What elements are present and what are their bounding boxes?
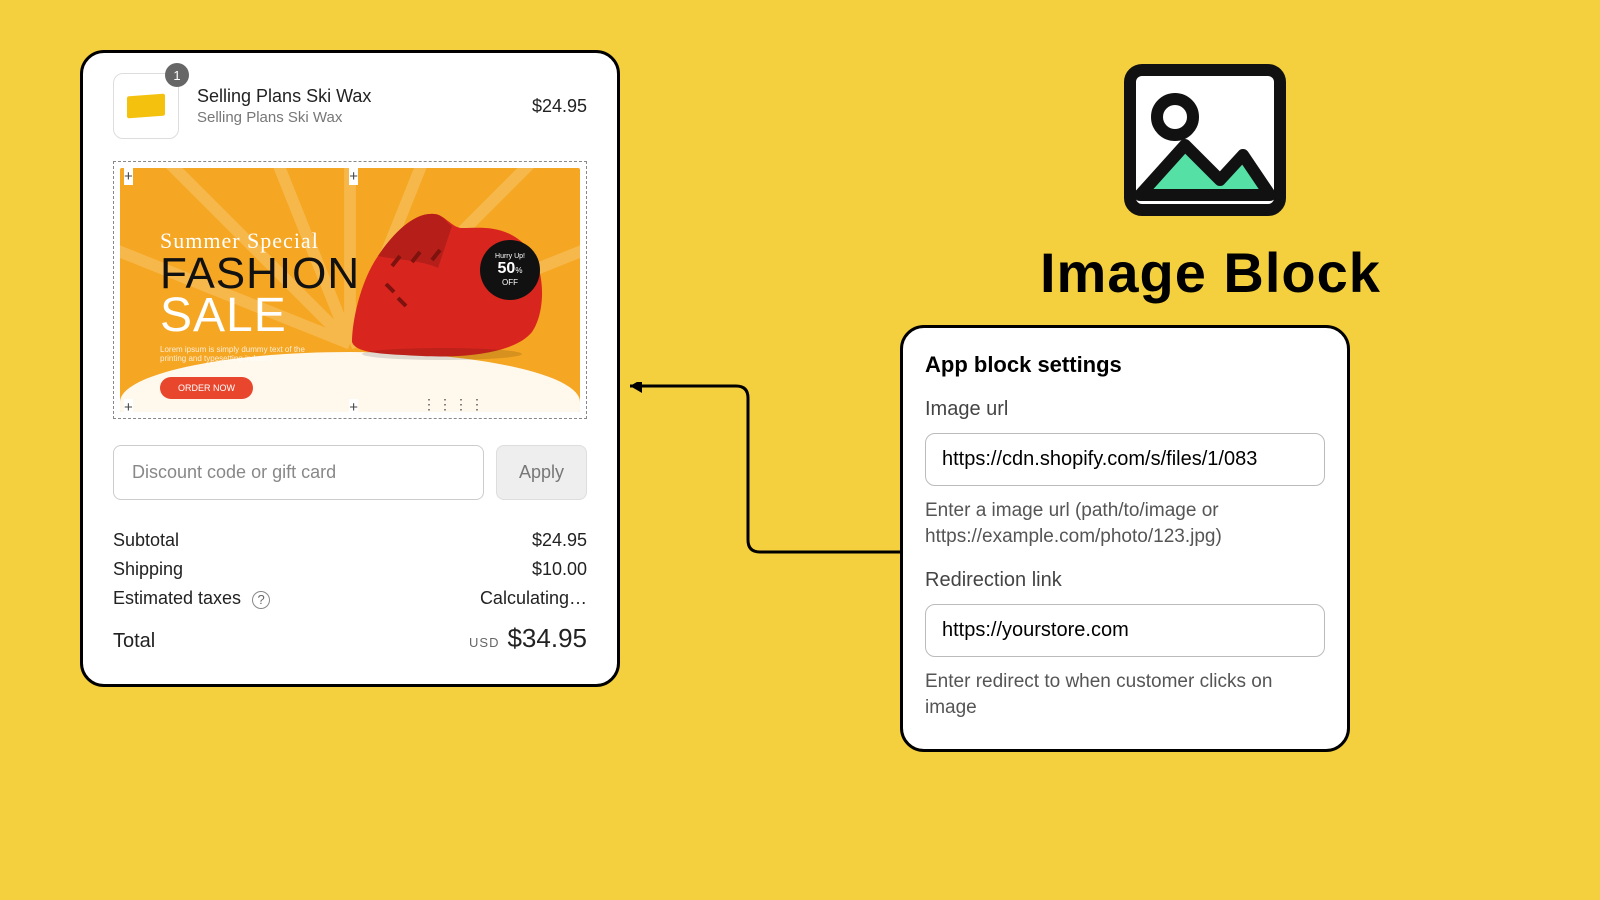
handle-bl[interactable]: +: [124, 399, 133, 416]
total-row: Total USD $34.95: [113, 623, 587, 654]
discount-row: Apply: [113, 445, 587, 500]
total-value: $34.95: [507, 623, 587, 653]
promo-bg: Summer Special FASHION SALE Lorem ipsum …: [120, 168, 580, 412]
promo-banner[interactable]: Summer Special FASHION SALE Lorem ipsum …: [113, 161, 587, 419]
discount-input[interactable]: [113, 445, 484, 500]
taxes-label-wrap: Estimated taxes ?: [113, 588, 270, 609]
taxes-label: Estimated taxes: [113, 588, 241, 608]
image-url-label: Image url: [925, 398, 1325, 421]
redirect-label: Redirection link: [925, 569, 1325, 592]
checkout-panel: 1 Selling Plans Ski Wax Selling Plans Sk…: [80, 50, 620, 687]
promo-line2: SALE: [160, 294, 360, 337]
handle-bc[interactable]: +: [349, 399, 358, 416]
taxes-row: Estimated taxes ? Calculating…: [113, 584, 587, 613]
cart-line-item: 1 Selling Plans Ski Wax Selling Plans Sk…: [113, 73, 587, 139]
product-price: $24.95: [532, 96, 587, 117]
shipping-value: $10.00: [532, 559, 587, 580]
redirect-help: Enter redirect to when customer clicks o…: [925, 669, 1325, 720]
promo-text: Summer Special FASHION SALE Lorem ipsum …: [160, 228, 360, 399]
product-subtitle: Selling Plans Ski Wax: [197, 109, 514, 126]
product-text: Selling Plans Ski Wax Selling Plans Ski …: [197, 86, 514, 126]
settings-panel: App block settings Image url Enter a ima…: [900, 325, 1350, 752]
image-url-help: Enter a image url (path/to/image or http…: [925, 498, 1325, 549]
product-title: Selling Plans Ski Wax: [197, 86, 514, 107]
totals: Subtotal $24.95 Shipping $10.00 Estimate…: [113, 526, 587, 654]
subtotal-row: Subtotal $24.95: [113, 526, 587, 555]
redirect-input[interactable]: [925, 604, 1325, 657]
promo-line1: FASHION: [160, 254, 360, 294]
shipping-label: Shipping: [113, 559, 183, 580]
qty-badge: 1: [165, 63, 189, 87]
drag-handle[interactable]: ⋮⋮⋮⋮: [422, 396, 486, 413]
promo-small: Lorem ipsum is simply dummy text of the …: [160, 345, 320, 363]
handle-tc[interactable]: +: [349, 168, 358, 185]
shipping-row: Shipping $10.00: [113, 555, 587, 584]
image-block-icon: [1115, 55, 1295, 235]
help-icon[interactable]: ?: [252, 591, 270, 609]
image-url-input[interactable]: [925, 433, 1325, 486]
subtotal-label: Subtotal: [113, 530, 179, 551]
settings-heading: App block settings: [925, 352, 1325, 378]
currency: USD: [469, 635, 499, 650]
promo-cta: ORDER NOW: [160, 377, 253, 399]
connector-arrow: [620, 382, 920, 582]
taxes-value: Calculating…: [480, 588, 587, 609]
total-label: Total: [113, 630, 155, 653]
page-title: Image Block: [1040, 240, 1381, 305]
handle-tl[interactable]: +: [124, 168, 133, 185]
product-thumb-wrap: 1: [113, 73, 179, 139]
subtotal-value: $24.95: [532, 530, 587, 551]
sale-tag: Hurry Up! 50% OFF: [480, 240, 540, 300]
total-value-wrap: USD $34.95: [469, 623, 587, 654]
apply-button[interactable]: Apply: [496, 445, 587, 500]
